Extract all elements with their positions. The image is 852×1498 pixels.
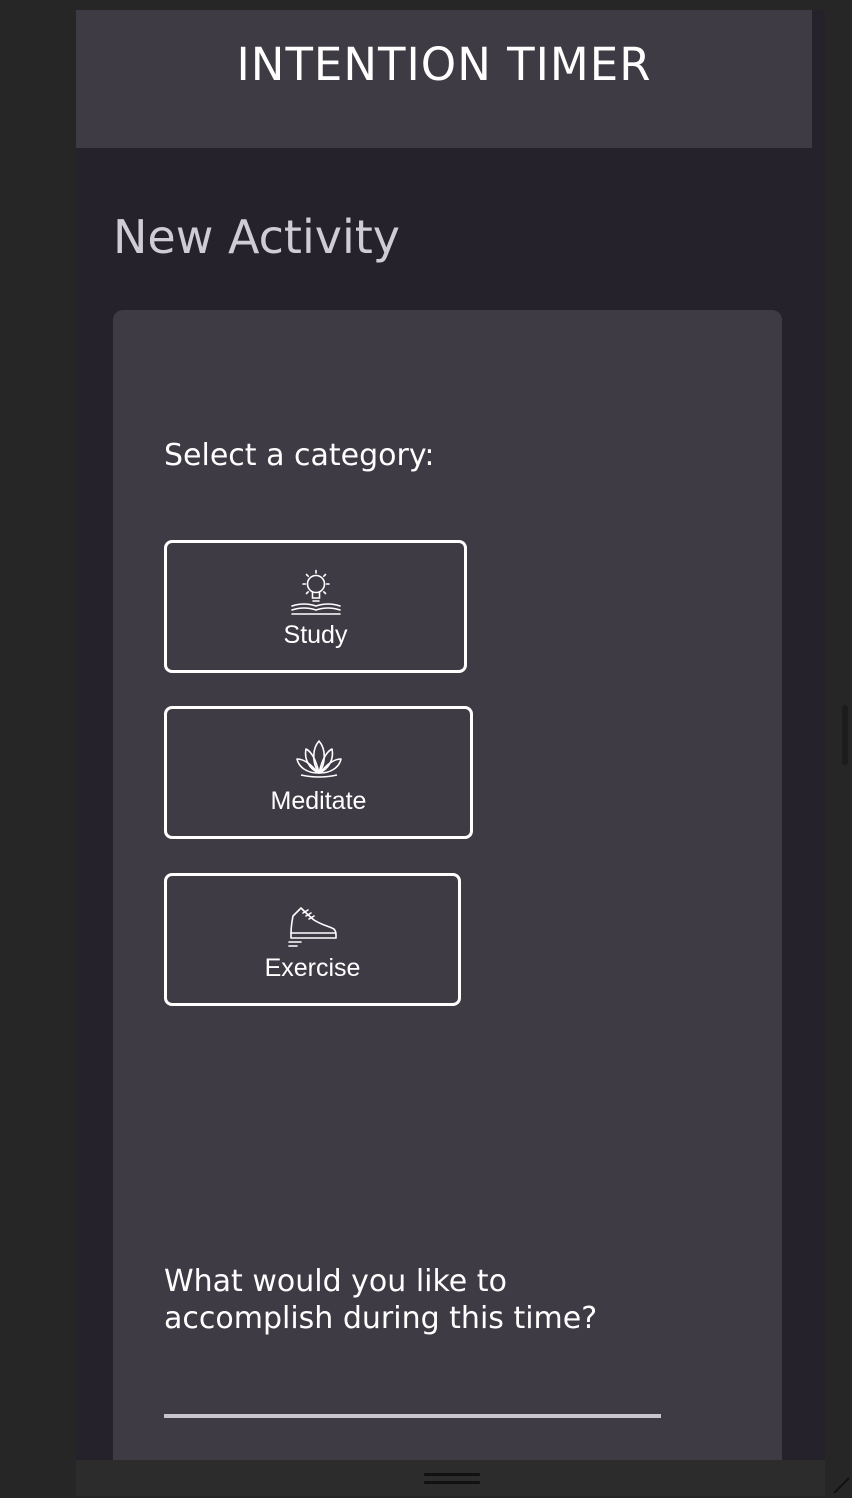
exercise-label: Exercise xyxy=(264,954,361,982)
scrollbar-grip[interactable] xyxy=(842,705,848,765)
goal-prompt: What would you like to accomplish during… xyxy=(164,1264,598,1336)
exercise-category-button[interactable]: Exercise xyxy=(164,873,461,1006)
new-activity-card: Select a category: Study Meditate Exerci… xyxy=(113,310,782,1496)
bottom-bar xyxy=(76,1460,825,1496)
goal-input[interactable] xyxy=(164,1370,661,1418)
sneaker-icon xyxy=(167,902,458,950)
screen: INTENTION TIMER New Activity Select a ca… xyxy=(0,0,852,1496)
study-category-button[interactable]: Study xyxy=(164,540,467,673)
page-title: New Activity xyxy=(113,210,400,264)
app-container: INTENTION TIMER New Activity Select a ca… xyxy=(76,10,825,1496)
meditate-category-button[interactable]: Meditate xyxy=(164,706,473,839)
app-header: INTENTION TIMER xyxy=(76,10,812,148)
study-label: Study xyxy=(283,621,348,649)
lotus-icon xyxy=(167,735,470,783)
drag-handle-icon[interactable] xyxy=(424,1473,480,1487)
category-prompt: Select a category: xyxy=(164,438,435,473)
resize-corner-icon[interactable] xyxy=(832,1476,850,1494)
app-title: INTENTION TIMER xyxy=(236,38,652,91)
meditate-label: Meditate xyxy=(270,787,367,815)
lightbulb-book-icon xyxy=(167,569,464,617)
